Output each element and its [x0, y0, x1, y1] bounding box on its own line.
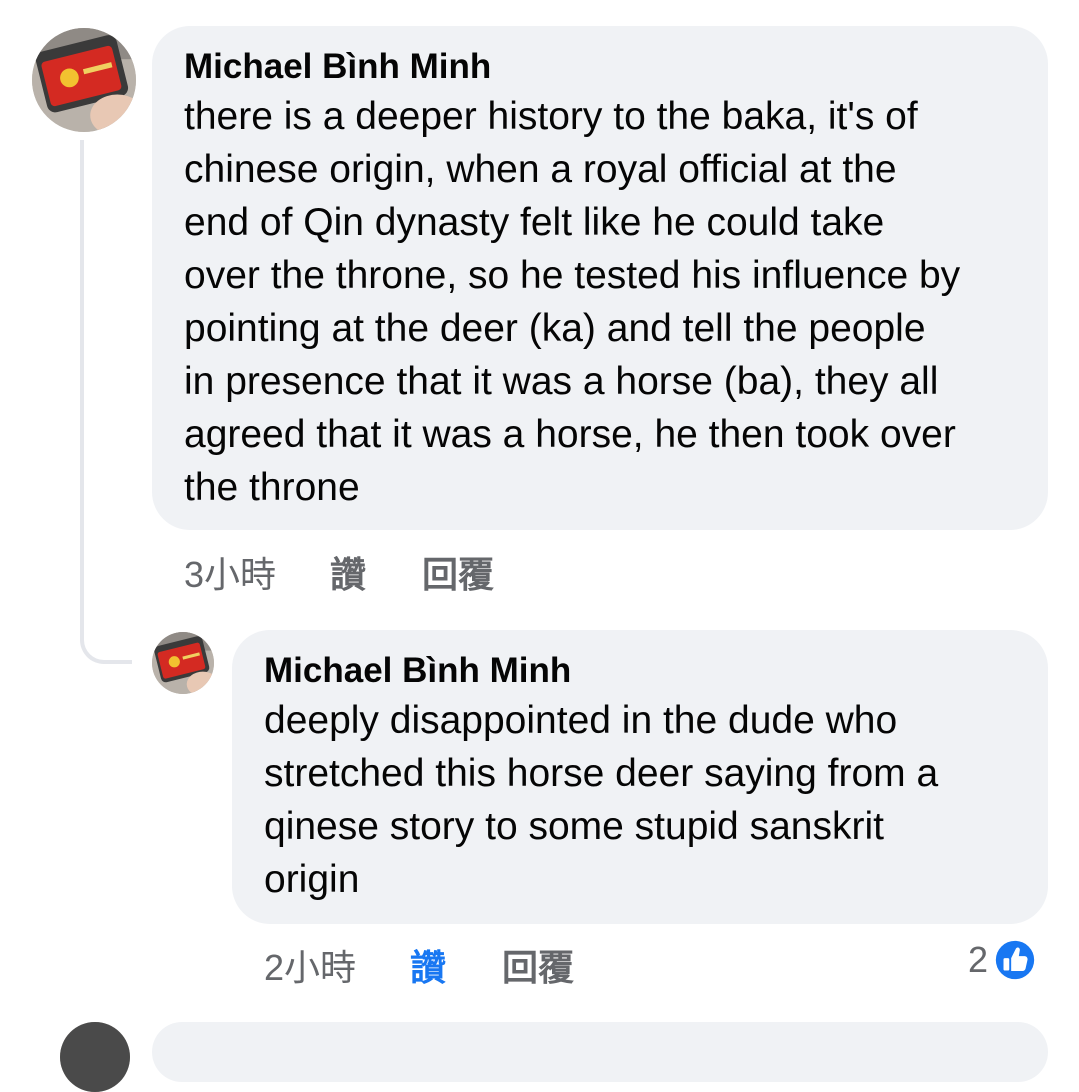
reaction-summary[interactable]: 2 — [968, 936, 1038, 984]
reply-avatar[interactable] — [152, 632, 214, 694]
reply-button[interactable]: 回覆 — [422, 553, 494, 597]
avatar-image — [32, 28, 136, 132]
like-button[interactable]: 讚 — [330, 553, 366, 597]
avatar[interactable] — [32, 28, 136, 132]
next-comment-avatar[interactable] — [60, 1022, 130, 1092]
comment-text: there is a deeper history to the baka, i… — [184, 95, 961, 509]
reply-text: deeply disappointed in the dude who stre… — [264, 699, 939, 901]
avatar-image — [60, 1022, 130, 1092]
reply-bubble: Michael Bình Minh deeply disappointed in… — [232, 630, 1048, 924]
next-comment-bubble — [152, 1022, 1048, 1082]
reply-reply-button[interactable]: 回覆 — [502, 946, 574, 990]
reply-actions: 2小時 讚 回覆 — [264, 946, 574, 990]
comment-bubble: Michael Bình Minh there is a deeper hist… — [152, 26, 1048, 530]
reply-author-name[interactable]: Michael Bình Minh — [264, 648, 1016, 694]
reply-like-button[interactable]: 讚 — [410, 946, 446, 990]
comment-timestamp[interactable]: 3小時 — [184, 553, 276, 597]
comment-author-name[interactable]: Michael Bình Minh — [184, 44, 1016, 90]
comment-actions: 3小時 讚 回覆 — [184, 553, 494, 597]
thread-connector-line — [80, 140, 132, 664]
avatar-image — [152, 632, 214, 694]
thumbs-up-icon — [992, 937, 1038, 983]
reply-timestamp[interactable]: 2小時 — [264, 946, 356, 990]
reaction-count: 2 — [968, 939, 989, 980]
